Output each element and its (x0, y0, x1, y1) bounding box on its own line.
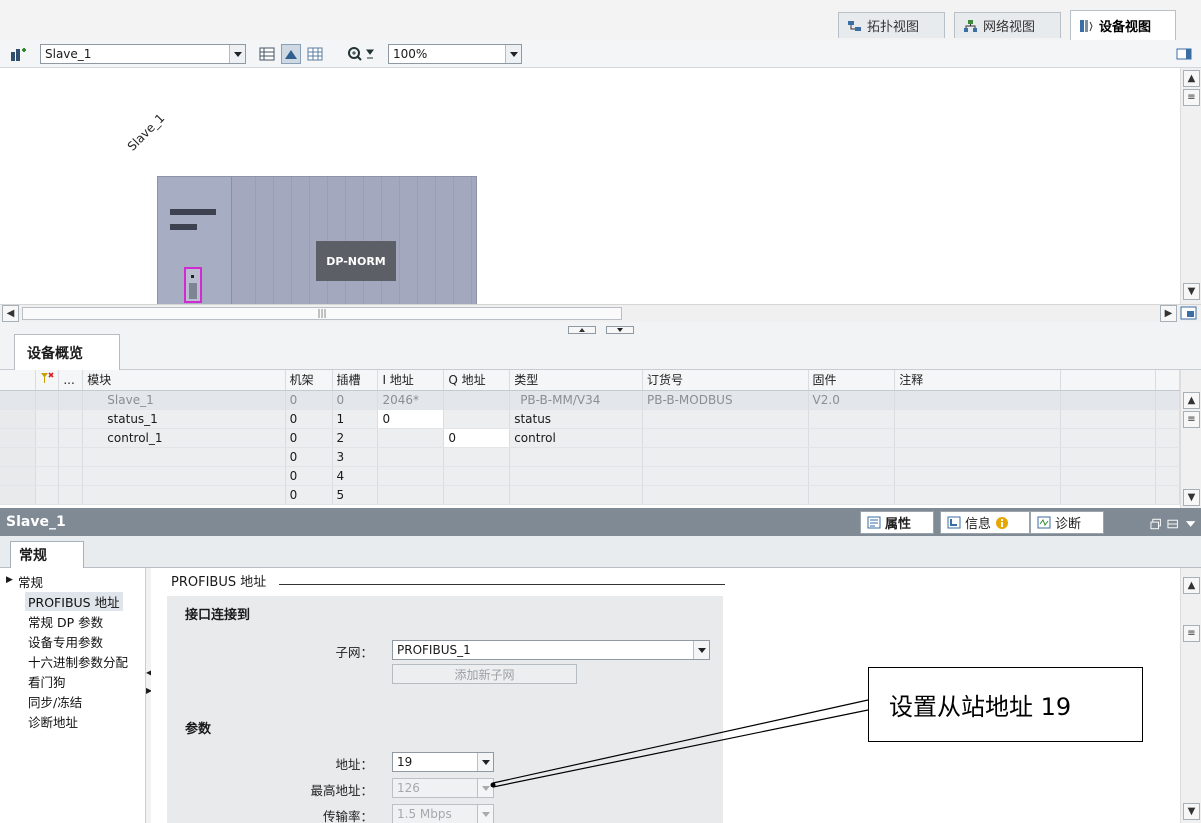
annotation-callout: 设置从站地址 19 (868, 667, 1143, 742)
